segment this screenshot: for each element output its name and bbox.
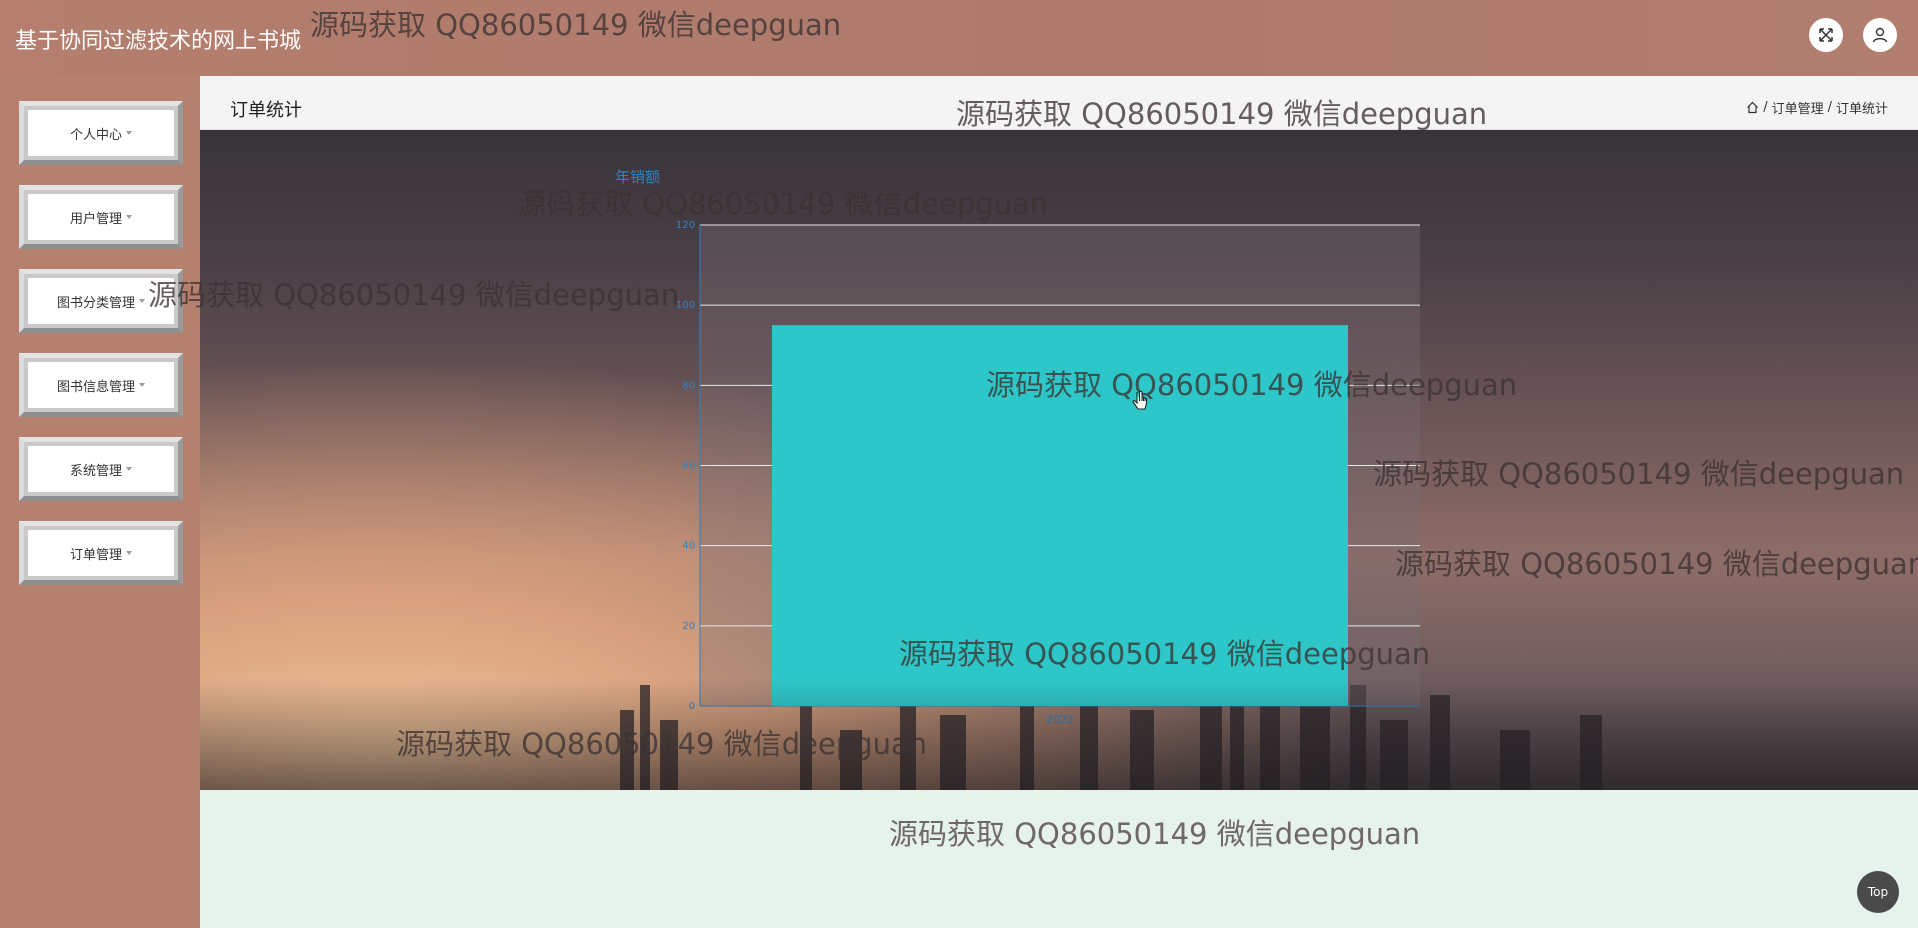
user-button[interactable] [1863,18,1897,52]
main-content: 订单统计 / 订单管理 / 订单统计 年销额 0 20 40 60 80 100… [200,76,1918,928]
sidebar-item-system-management[interactable]: 系统管理 [19,437,183,501]
chart-title: 年销额 [615,168,660,186]
sidebar-item-inner: 图书信息管理 [28,362,174,408]
fullscreen-button[interactable] [1809,18,1843,52]
y-tick-label: 100 [676,300,695,311]
y-tick-label: 80 [682,380,695,391]
app-title: 基于协同过滤技术的网上书城 [15,29,302,54]
caret-down-icon [139,299,145,303]
sidebar-item-inner: 图书分类管理 [28,278,174,324]
breadcrumb-item-order-stats: 订单统计 [1835,102,1888,117]
y-tick-label: 60 [682,461,695,472]
sidebar-item-inner: 订单管理 [28,530,174,576]
breadcrumb-bar: 订单统计 / 订单管理 / 订单统计 [200,76,1918,130]
sidebar-item-inner: 个人中心 [28,110,174,156]
sidebar-item-label: 系统管理 [69,463,122,479]
expand-icon [1819,28,1833,42]
sidebar-item-label: 订单管理 [69,547,122,563]
breadcrumb-separator: / [1827,100,1832,115]
caret-down-icon [126,551,132,555]
bar[interactable] [772,325,1348,706]
y-tick-label: 120 [676,220,695,231]
caret-down-icon [126,215,132,219]
caret-down-icon [139,383,145,387]
page-title: 订单统计 [230,100,302,121]
y-tick-label: 0 [689,701,695,712]
sidebar-item-order-management[interactable]: 订单管理 [19,521,183,585]
sidebar-item-inner: 系统管理 [28,446,174,492]
sidebar-item-personal-center[interactable]: 个人中心 [19,101,183,165]
user-icon [1872,27,1888,43]
x-tick-label: 2022 [1046,713,1074,726]
breadcrumb-item-order-management[interactable]: 订单管理 [1772,98,1824,117]
sidebar-item-label: 图书分类管理 [56,295,135,311]
y-tick-label: 40 [682,541,695,552]
sidebar-item-book-category[interactable]: 图书分类管理 [19,269,183,333]
top-header: 基于协同过滤技术的网上书城 [0,0,1918,76]
sidebar-item-inner: 用户管理 [28,194,174,240]
caret-down-icon [126,467,132,471]
y-tick-label: 20 [682,621,695,632]
sidebar-item-label: 个人中心 [69,127,122,143]
breadcrumb: / 订单管理 / 订单统计 [1746,98,1888,117]
back-to-top-button[interactable]: Top [1857,871,1899,913]
sales-bar-chart: 年销额 0 20 40 60 80 100 120 2022 [615,168,1420,726]
sidebar-item-label: 图书信息管理 [56,379,135,395]
sidebar-item-label: 用户管理 [69,211,122,227]
background-image: 年销额 0 20 40 60 80 100 120 2022 [200,130,1918,790]
sidebar-item-book-info[interactable]: 图书信息管理 [19,353,183,417]
hand-cursor-icon [1132,390,1148,410]
home-icon[interactable] [1746,101,1759,114]
breadcrumb-separator: / [1763,100,1768,115]
caret-down-icon [126,131,132,135]
sidebar-item-user-management[interactable]: 用户管理 [19,185,183,249]
sidebar: 个人中心 用户管理 图书分类管理 图书信息管理 系统管理 订单管理 [0,76,200,928]
